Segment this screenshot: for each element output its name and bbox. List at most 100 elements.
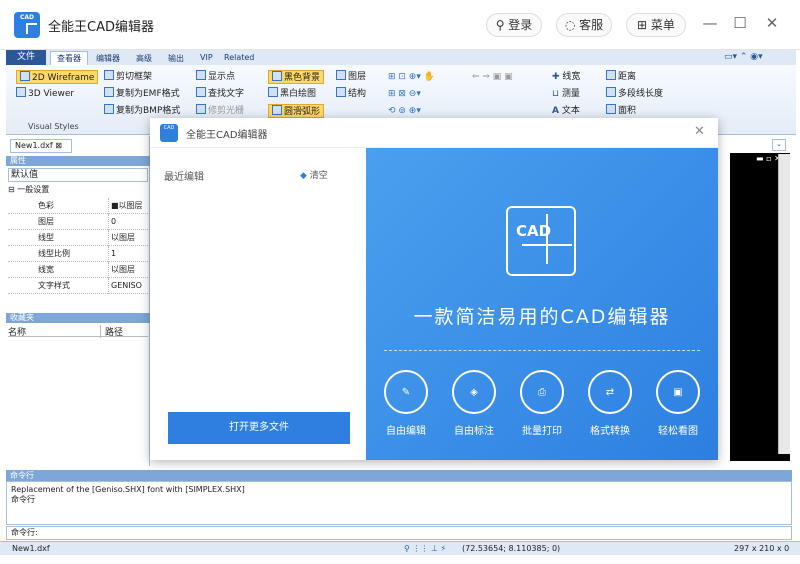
feature-edit[interactable]: ✎ 自由编辑 (374, 370, 438, 437)
feature-view[interactable]: ▣ 轻松看图 (646, 370, 710, 437)
text-label: 文本 (561, 106, 580, 116)
clear-button[interactable]: ◆ 清空 (300, 168, 328, 181)
panel-chevron-icon[interactable]: ⌄ (772, 139, 786, 151)
smooth-arc-label: 圆滑弧形 (284, 107, 321, 117)
eraser-icon: ◆ (300, 171, 307, 181)
menu-label: 菜单 (650, 18, 675, 32)
text-button[interactable]: A 文本 (552, 104, 580, 118)
viewer-3d-button[interactable]: 3D Viewer (16, 87, 74, 101)
command-history-line: Replacement of the [Geniso.SHX] font wit… (11, 485, 245, 494)
command-prompt-label: 命令行: (11, 528, 38, 537)
favorites-columns: 名称 路径 (8, 325, 148, 338)
crosshair-vertical-icon (546, 214, 548, 264)
crosshair-horizontal-icon (522, 244, 572, 246)
area-button[interactable]: 面积 (606, 104, 636, 118)
property-row[interactable]: 线宽 以图层 (8, 262, 150, 278)
command-header: 命令行 (6, 470, 792, 481)
close-icon[interactable]: ✕ (762, 14, 782, 32)
nav-arrows-icon[interactable]: ⇐ ⇒ ▣ ▣ (472, 70, 513, 84)
wireframe-2d-button[interactable]: 2D Wireframe (16, 70, 99, 84)
polyline-length-button[interactable]: 多段线长度 (606, 87, 663, 101)
property-row[interactable]: 文字样式 GENISO (8, 278, 150, 294)
minimize-icon[interactable]: — (700, 14, 720, 32)
structure-label: 结构 (348, 89, 367, 99)
tab-vip[interactable]: VIP (200, 53, 213, 62)
measure-button[interactable]: ⊔ 测量 (552, 87, 580, 101)
column-path[interactable]: 路径 (100, 325, 123, 338)
favorites-header: 收藏夹 (6, 313, 150, 323)
document-tab[interactable]: New1.dxf ⊠ (10, 139, 72, 153)
property-value: 以图层 (108, 262, 150, 278)
property-row[interactable]: 线型 以图层 (8, 230, 150, 246)
command-history: Replacement of the [Geniso.SHX] font wit… (6, 481, 792, 525)
copy-bmp-button[interactable]: 复制为BMP格式 (104, 104, 180, 118)
smooth-arc-icon (272, 105, 282, 115)
tab-editor[interactable]: 编辑器 (96, 53, 120, 64)
layers-button[interactable]: 图层 (336, 70, 366, 84)
black-bg-label: 黑色背景 (284, 73, 321, 83)
ribbon-options-icon[interactable]: ▭▾ ⌃ ◉▾ (724, 52, 763, 62)
feature-label: 批量打印 (522, 426, 562, 437)
bw-draw-button[interactable]: 黑白绘图 (268, 87, 316, 101)
menu-button[interactable]: ⊞ 菜单 (626, 13, 686, 37)
open-more-files-button[interactable]: 打开更多文件 (168, 412, 350, 444)
property-key: 线型比例 (38, 249, 70, 258)
status-coordinates: (72.53654; 8.110385; 0) (462, 544, 561, 553)
hero-divider (384, 350, 700, 351)
maximize-icon[interactable]: ☐ (730, 14, 750, 32)
property-row[interactable]: 图层 0 (8, 214, 150, 230)
measure-label: 测量 (561, 89, 580, 99)
find-text-button[interactable]: 查找文字 (196, 87, 244, 101)
text-icon: A (552, 106, 559, 116)
snap-tools-icon[interactable]: ⚲ ⋮⋮ ⊥ ⚡ (404, 542, 446, 555)
tab-close-icon[interactable]: ⊠ (55, 141, 62, 150)
tab-viewer[interactable]: 查看器 (50, 51, 88, 66)
rotate-tools-icon[interactable]: ⟲ ⊚ ⊕▾ (388, 104, 421, 118)
show-points-button[interactable]: 显示点 (196, 70, 235, 84)
find-text-label: 查找文字 (208, 89, 245, 99)
ribbon-tab-bar (6, 50, 796, 65)
property-key: 线宽 (38, 265, 54, 274)
tab-advanced[interactable]: 高级 (136, 53, 152, 64)
service-label: 客服 (579, 18, 604, 32)
feature-annotate[interactable]: ◈ 自由标注 (442, 370, 506, 437)
smooth-arc-button[interactable]: 圆滑弧形 (268, 104, 325, 118)
trim-frame-button[interactable]: 剪切框架 (104, 70, 152, 84)
black-bg-button[interactable]: 黑色背景 (268, 70, 325, 84)
fix-raster-button[interactable]: 修剪光栅 (196, 104, 244, 118)
tab-file[interactable]: 文件 (6, 50, 46, 65)
structure-button[interactable]: 结构 (336, 87, 366, 101)
command-input[interactable]: 命令行: (6, 526, 792, 540)
view-tools-icon[interactable]: ⊞ ⊠ ⊖▾ (388, 87, 421, 101)
copy-emf-label: 复制为EMF格式 (116, 89, 180, 99)
login-button[interactable]: ⚲ 登录 (486, 13, 542, 37)
service-button[interactable]: ◌ 客服 (556, 13, 612, 37)
property-row[interactable]: 色彩 ■以图层 (8, 198, 150, 214)
tab-output[interactable]: 输出 (168, 53, 184, 64)
dialog-close-icon[interactable]: ✕ (694, 124, 705, 139)
distance-button[interactable]: 距离 (606, 70, 636, 84)
property-value: 1 (108, 246, 150, 262)
tab-related[interactable]: Related (224, 53, 254, 62)
canvas-vertical-scrollbar[interactable] (778, 154, 790, 454)
dialog-logo-icon: CAD (160, 124, 178, 142)
clear-label: 清空 (309, 171, 328, 181)
status-bar: New1.dxf ⚲ ⋮⋮ ⊥ ⚡ (72.53654; 8.110385; 0… (0, 541, 800, 555)
line-width-button[interactable]: ✚ 线宽 (552, 70, 580, 84)
copy-emf-button[interactable]: 复制为EMF格式 (104, 87, 180, 101)
general-settings-group[interactable]: ⊟ 一般设置 (8, 184, 49, 195)
properties-selector[interactable]: 默认值 (8, 168, 148, 182)
viewer-3d-label: 3D Viewer (28, 89, 75, 99)
column-name[interactable]: 名称 (8, 328, 26, 338)
image-view-icon: ▣ (656, 370, 700, 414)
property-value: 0 (108, 214, 150, 230)
slogan: 一款简洁易用的CAD编辑器 (413, 306, 671, 328)
area-label: 面积 (618, 106, 637, 116)
visual-styles-group-label: Visual Styles (28, 122, 79, 131)
feature-convert[interactable]: ⇄ 格式转换 (578, 370, 642, 437)
distance-icon (606, 70, 616, 80)
property-key: 色彩 (38, 201, 54, 210)
zoom-tools-icon[interactable]: ⊞ ⊡ ⊕▾ ✋ (388, 70, 435, 84)
feature-batch-print[interactable]: ⎙ 批量打印 (510, 370, 574, 437)
property-row[interactable]: 线型比例 1 (8, 246, 150, 262)
